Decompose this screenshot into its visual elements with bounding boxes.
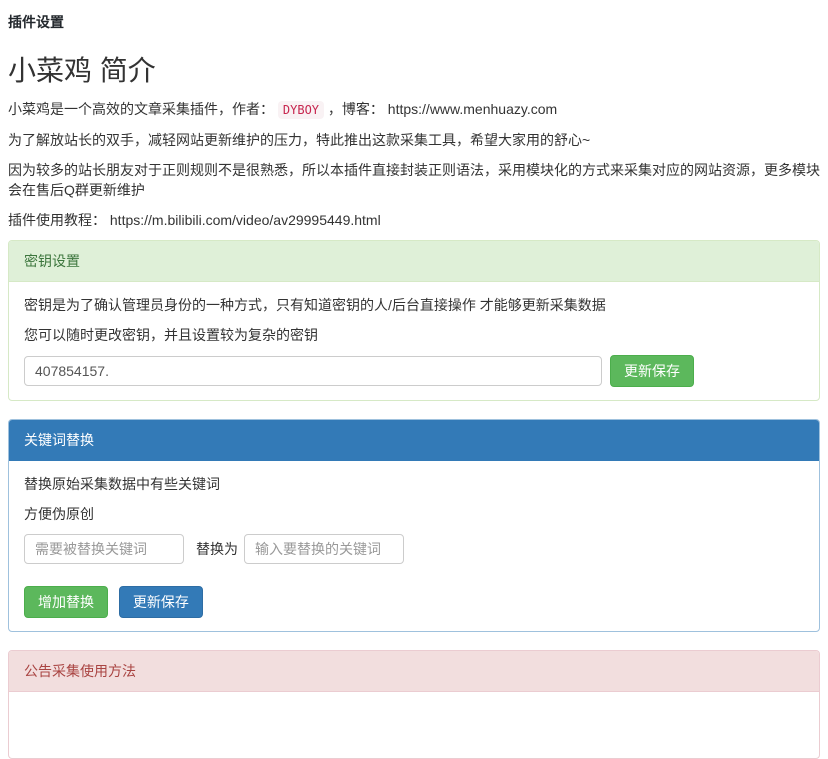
keyword-replace-panel-title: 关键词替换 <box>9 420 819 461</box>
keyword-buttons-row: 增加替换 更新保存 <box>24 586 804 618</box>
intro-author-mid: ，博客： <box>328 101 384 117</box>
secret-key-input[interactable] <box>24 356 602 386</box>
page-title: 小菜鸡 简介 <box>8 49 820 89</box>
key-settings-panel: 密钥设置 密钥是为了确认管理员身份的一种方式，只有知道密钥的人/后台直接操作 才… <box>8 240 820 401</box>
keyword-replace-panel: 关键词替换 替换原始采集数据中有些关键词 方便伪原创 替换为 增加替换 更新保存 <box>8 419 820 632</box>
author-code-badge: DYBOY <box>278 101 324 119</box>
tutorial-label: 插件使用教程： <box>8 212 106 228</box>
keyword-replace-row: 替换为 <box>24 534 804 564</box>
keyword-source-input[interactable] <box>24 534 184 564</box>
keyword-target-input[interactable] <box>244 534 404 564</box>
notice-panel: 公告采集使用方法 <box>8 650 820 759</box>
intro-paragraph-purpose: 为了解放站长的双手，减轻网站更新维护的压力，特此推出这款采集工具，希望大家用的舒… <box>8 130 820 150</box>
key-desc-2: 您可以随时更改密钥，并且设置较为复杂的密钥 <box>24 325 804 345</box>
intro-author-prefix: 小菜鸡是一个高效的文章采集插件，作者： <box>8 101 274 117</box>
plugin-settings-page: 插件设置 小菜鸡 简介 小菜鸡是一个高效的文章采集插件，作者： DYBOY ，博… <box>0 0 828 759</box>
key-desc-1: 密钥是为了确认管理员身份的一种方式，只有知道密钥的人/后台直接操作 才能够更新采… <box>24 295 804 315</box>
add-replace-button[interactable]: 增加替换 <box>24 586 108 618</box>
blog-url-text: https://www.menhuazy.com <box>388 101 557 117</box>
intro-paragraph-tutorial: 插件使用教程： https://m.bilibili.com/video/av2… <box>8 210 820 230</box>
notice-panel-title: 公告采集使用方法 <box>9 651 819 692</box>
intro-paragraph-author: 小菜鸡是一个高效的文章采集插件，作者： DYBOY ，博客： https://w… <box>8 99 820 120</box>
keyword-desc-1: 替换原始采集数据中有些关键词 <box>24 474 804 494</box>
keyword-desc-2: 方便伪原创 <box>24 504 804 524</box>
tutorial-url-text: https://m.bilibili.com/video/av29995449.… <box>110 212 381 228</box>
key-settings-panel-title: 密钥设置 <box>9 241 819 282</box>
key-settings-panel-body: 密钥是为了确认管理员身份的一种方式，只有知道密钥的人/后台直接操作 才能够更新采… <box>9 282 819 400</box>
key-form-row: 更新保存 <box>24 355 804 387</box>
breadcrumb: 插件设置 <box>8 12 820 32</box>
key-save-button[interactable]: 更新保存 <box>610 355 694 387</box>
intro-paragraph-modules: 因为较多的站长朋友对于正则规则不是很熟悉，所以本插件直接封装正则语法，采用模块化… <box>8 160 820 200</box>
keyword-replace-panel-body: 替换原始采集数据中有些关键词 方便伪原创 替换为 增加替换 更新保存 <box>9 461 819 631</box>
notice-panel-body <box>9 692 819 758</box>
keyword-save-button[interactable]: 更新保存 <box>119 586 203 618</box>
replace-with-label: 替换为 <box>196 539 238 559</box>
